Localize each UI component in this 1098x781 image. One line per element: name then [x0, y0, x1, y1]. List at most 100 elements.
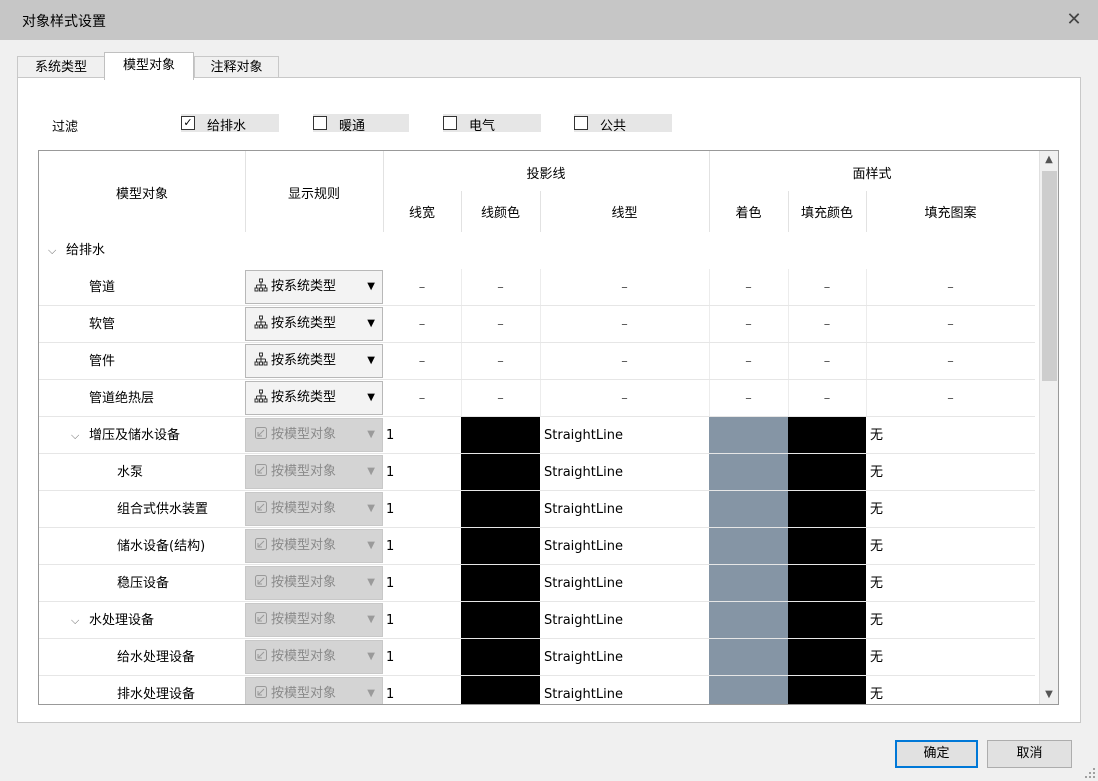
ok-button[interactable]: 确定: [895, 740, 978, 768]
fill-color-swatch[interactable]: [788, 528, 866, 565]
line-type-value: –: [621, 391, 628, 406]
table-row[interactable]: 管件 按系统类型 ▼ – – – – – –: [39, 343, 1035, 380]
shading-swatch[interactable]: [709, 676, 788, 704]
resize-grip-icon[interactable]: [1084, 767, 1096, 779]
table-row[interactable]: 软管 按系统类型 ▼ – – – – – –: [39, 306, 1035, 343]
filter-public[interactable]: 公共: [574, 114, 672, 134]
tab-system-type[interactable]: 系统类型: [17, 56, 105, 79]
scroll-up-icon[interactable]: ▲: [1040, 151, 1058, 169]
line-width-value: –: [418, 280, 426, 295]
table-row[interactable]: 管道绝热层 按系统类型 ▼ – – – – – –: [39, 380, 1035, 417]
line-color-swatch[interactable]: [461, 639, 540, 676]
checkbox[interactable]: [574, 116, 588, 130]
fill-pattern-value[interactable]: 无: [870, 602, 883, 639]
table-row[interactable]: 管道 按系统类型 ▼ – – – – – –: [39, 269, 1035, 306]
fill-color-swatch[interactable]: [788, 454, 866, 491]
line-type-value[interactable]: StraightLine: [544, 491, 623, 528]
shading-swatch[interactable]: [709, 491, 788, 528]
fill-pattern-value[interactable]: 无: [870, 528, 883, 565]
fill-pattern-value[interactable]: 无: [870, 454, 883, 491]
line-type-value[interactable]: StraightLine: [544, 639, 623, 676]
chevron-down-icon[interactable]: ⌵: [71, 417, 79, 454]
line-color-swatch[interactable]: [461, 417, 540, 454]
dropdown-arrow-icon: ▼: [367, 466, 375, 477]
line-width-value[interactable]: 1: [386, 528, 394, 565]
display-rule-dropdown[interactable]: 按系统类型 ▼: [245, 381, 383, 415]
row-name: 增压及储水设备: [89, 428, 181, 443]
fill-color-swatch[interactable]: [788, 417, 866, 454]
line-width-value[interactable]: 1: [386, 454, 394, 491]
line-type-value[interactable]: StraightLine: [544, 454, 623, 491]
checkbox[interactable]: [443, 116, 457, 130]
display-rule-dropdown[interactable]: 按系统类型 ▼: [245, 307, 383, 341]
shading-swatch[interactable]: [709, 454, 788, 491]
line-type-value[interactable]: StraightLine: [544, 565, 623, 602]
cancel-button[interactable]: 取消: [987, 740, 1072, 768]
fill-color-swatch[interactable]: [788, 565, 866, 602]
line-width-value[interactable]: 1: [386, 602, 394, 639]
close-icon[interactable]: ✕: [1062, 8, 1086, 32]
display-rule-value: 按模型对象: [271, 464, 337, 479]
fill-pattern-value[interactable]: 无: [870, 676, 883, 704]
line-color-swatch[interactable]: [461, 454, 540, 491]
fill-pattern-value: –: [947, 280, 954, 295]
table-row[interactable]: 稳压设备 按模型对象 ▼ 1 StraightLine 无: [39, 565, 1035, 602]
line-width-value[interactable]: 1: [386, 491, 394, 528]
checkbox[interactable]: ✓: [181, 116, 195, 130]
checkbox[interactable]: [313, 116, 327, 130]
table-row[interactable]: ⌵ 增压及储水设备 按模型对象 ▼ 1 StraightLine 无: [39, 417, 1035, 454]
line-type-value[interactable]: StraightLine: [544, 676, 623, 704]
scroll-thumb[interactable]: [1042, 171, 1057, 381]
tab-model-object[interactable]: 模型对象: [104, 52, 194, 80]
filter-option-label: 暖通: [339, 119, 366, 134]
shading-swatch[interactable]: [709, 417, 788, 454]
shading-swatch[interactable]: [709, 639, 788, 676]
fill-color-swatch[interactable]: [788, 676, 866, 704]
chevron-down-icon[interactable]: ⌵: [48, 232, 56, 269]
table-row[interactable]: 排水处理设备 按模型对象 ▼ 1 StraightLine 无: [39, 676, 1035, 704]
line-color-swatch[interactable]: [461, 565, 540, 602]
filter-water-supply[interactable]: ✓ 给排水: [181, 114, 279, 134]
line-type-value[interactable]: StraightLine: [544, 417, 623, 454]
table-row[interactable]: ⌵ 水处理设备 按模型对象 ▼ 1 StraightLine 无: [39, 602, 1035, 639]
fill-color-swatch[interactable]: [788, 491, 866, 528]
line-width-value[interactable]: 1: [386, 417, 394, 454]
header-divider: [709, 151, 710, 232]
row-name: 水处理设备: [89, 613, 155, 628]
line-width-value[interactable]: 1: [386, 676, 394, 704]
scroll-down-icon[interactable]: ▼: [1040, 686, 1058, 704]
line-color-swatch[interactable]: [461, 528, 540, 565]
chevron-down-icon[interactable]: ⌵: [71, 602, 79, 639]
fill-pattern-value[interactable]: 无: [870, 565, 883, 602]
model-object-icon: [254, 649, 271, 664]
fill-color-swatch[interactable]: [788, 602, 866, 639]
table-row[interactable]: 水泵 按模型对象 ▼ 1 StraightLine 无: [39, 454, 1035, 491]
shading-value: –: [745, 354, 752, 369]
dropdown-arrow-icon: ▼: [367, 614, 375, 625]
fill-color-swatch[interactable]: [788, 639, 866, 676]
table-row[interactable]: 给水处理设备 按模型对象 ▼ 1 StraightLine 无: [39, 639, 1035, 676]
fill-pattern-value[interactable]: 无: [870, 491, 883, 528]
tab-annotation-object[interactable]: 注释对象: [194, 56, 279, 79]
fill-pattern-value[interactable]: 无: [870, 639, 883, 676]
line-color-swatch[interactable]: [461, 491, 540, 528]
line-color-swatch[interactable]: [461, 676, 540, 704]
display-rule-dropdown[interactable]: 按系统类型 ▼: [245, 270, 383, 304]
dropdown-arrow-icon: ▼: [367, 355, 375, 366]
vertical-scrollbar[interactable]: ▲ ▼: [1039, 151, 1058, 704]
shading-swatch[interactable]: [709, 528, 788, 565]
line-type-value[interactable]: StraightLine: [544, 602, 623, 639]
line-width-value[interactable]: 1: [386, 565, 394, 602]
line-type-value[interactable]: StraightLine: [544, 528, 623, 565]
shading-swatch[interactable]: [709, 602, 788, 639]
group-row[interactable]: ⌵ 给排水: [39, 232, 1035, 269]
fill-pattern-value[interactable]: 无: [870, 417, 883, 454]
table-row[interactable]: 组合式供水装置 按模型对象 ▼ 1 StraightLine 无: [39, 491, 1035, 528]
line-width-value[interactable]: 1: [386, 639, 394, 676]
filter-electrical[interactable]: 电气: [443, 114, 541, 134]
shading-swatch[interactable]: [709, 565, 788, 602]
table-row[interactable]: 储水设备(结构) 按模型对象 ▼ 1 StraightLine 无: [39, 528, 1035, 565]
display-rule-dropdown[interactable]: 按系统类型 ▼: [245, 344, 383, 378]
line-color-swatch[interactable]: [461, 602, 540, 639]
filter-hvac[interactable]: 暖通: [313, 114, 409, 134]
